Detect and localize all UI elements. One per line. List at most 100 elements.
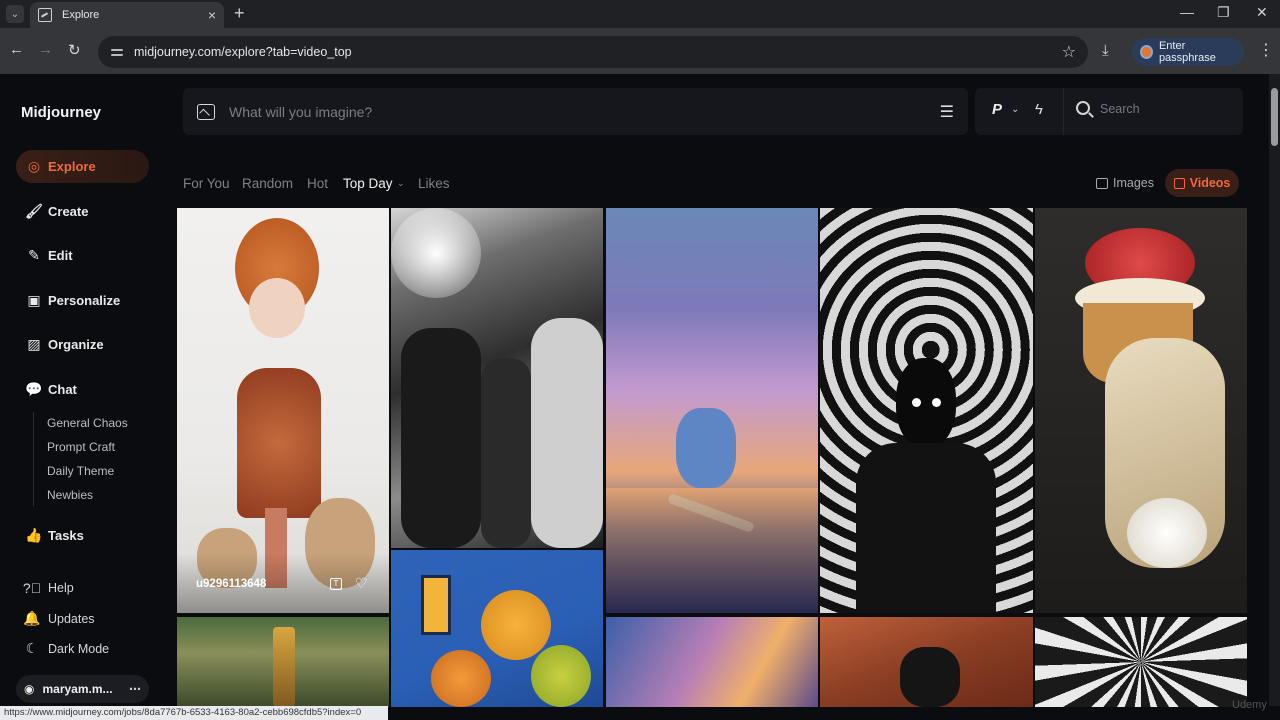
- page-scrollbar[interactable]: [1269, 74, 1280, 706]
- scrollbar-thumb[interactable]: [1271, 88, 1278, 146]
- video-grid-icon: [1173, 177, 1185, 189]
- tab-likes[interactable]: Likes: [418, 176, 450, 191]
- sidebar-item-edit[interactable]: ✎ Edit: [16, 239, 149, 272]
- gallery-tile[interactable]: [391, 208, 603, 548]
- gallery-tile[interactable]: [820, 617, 1033, 707]
- personalization-button[interactable]: P: [992, 101, 1002, 118]
- forward-arrow-icon[interactable]: →: [38, 41, 53, 58]
- images-toggle-button[interactable]: Images: [1096, 176, 1154, 190]
- image-folder-icon: ▨: [27, 336, 41, 352]
- user-name: maryam.m...: [42, 682, 113, 696]
- tab-random[interactable]: Random: [242, 176, 293, 191]
- sidebar-item-explore[interactable]: ◎ Explore: [16, 150, 149, 183]
- add-image-icon[interactable]: [197, 103, 215, 120]
- chat-room-daily-theme[interactable]: Daily Theme: [47, 464, 114, 478]
- tile-pearls: [1127, 498, 1207, 568]
- tab-top-day[interactable]: Top Day: [343, 176, 393, 191]
- compass-icon: ◎: [27, 158, 41, 174]
- sidebar-item-label: Tasks: [48, 528, 84, 543]
- tab-close-icon[interactable]: ×: [208, 7, 216, 23]
- help-label: Help: [48, 581, 74, 595]
- sidebar-item-chat[interactable]: 💬 Chat: [16, 373, 149, 406]
- chat-room-general-chaos[interactable]: General Chaos: [47, 416, 128, 430]
- sidebar-item-tasks[interactable]: 👍 Tasks: [16, 519, 149, 552]
- thumbs-up-icon: 👍: [25, 527, 43, 543]
- back-arrow-icon[interactable]: ←: [9, 41, 24, 58]
- prompt-input[interactable]: [229, 103, 940, 120]
- prompt-text-icon[interactable]: T: [330, 578, 342, 590]
- tile-coat-shape: [237, 368, 321, 518]
- tab-search-chevron-icon[interactable]: ⌄: [6, 5, 24, 23]
- dark-mode-label: Dark Mode: [48, 641, 110, 656]
- videos-label: Videos: [1189, 176, 1231, 190]
- window-close-icon[interactable]: ✕: [1256, 4, 1268, 21]
- images-label: Images: [1113, 176, 1154, 190]
- gallery-tile[interactable]: [391, 550, 603, 707]
- tile-username[interactable]: u9296113648: [196, 578, 266, 590]
- chevron-down-icon[interactable]: ⌄: [397, 178, 405, 189]
- chat-rooms-divider: [33, 412, 34, 506]
- chat-room-newbies[interactable]: Newbies: [47, 488, 93, 502]
- sidebar-item-create[interactable]: 🖌 Create: [16, 195, 149, 228]
- help-link[interactable]: ?⃝ Help: [22, 580, 74, 596]
- minimize-icon[interactable]: —: [1180, 4, 1194, 20]
- personalize-icon: ▣: [27, 292, 41, 308]
- gallery-tile[interactable]: [177, 617, 389, 707]
- gallery-tile[interactable]: u9296113648 T ♡: [177, 208, 389, 613]
- bookmark-star-icon[interactable]: ☆: [1062, 42, 1076, 62]
- chevron-down-icon[interactable]: ⌄: [1011, 104, 1019, 115]
- reload-icon[interactable]: ↻: [68, 41, 81, 59]
- browser-tab-explore[interactable]: Explore ×: [30, 2, 224, 28]
- user-account-button[interactable]: ◉ maryam.m... ⋯: [16, 675, 149, 703]
- tile-head-shape: [896, 358, 956, 448]
- url-text[interactable]: midjourney.com/explore?tab=video_top: [134, 45, 1062, 59]
- sidebar-item-label: Create: [48, 204, 89, 219]
- chat-room-prompt-craft[interactable]: Prompt Craft: [47, 440, 115, 454]
- tools-divider: [1063, 88, 1064, 135]
- tab-for-you[interactable]: For You: [183, 176, 230, 191]
- tab-title: Explore: [62, 9, 100, 21]
- tile-skater-body: [676, 408, 736, 488]
- download-icon[interactable]: ⤓: [1102, 42, 1109, 59]
- new-tab-plus-icon[interactable]: +: [234, 3, 245, 24]
- updates-link[interactable]: 🔔 Updates: [22, 610, 94, 627]
- udemy-watermark: Udemy: [1232, 699, 1267, 711]
- image-icon: [1096, 177, 1108, 189]
- link-status-bar: https://www.midjourney.com/jobs/8da7767b…: [0, 706, 388, 720]
- gallery-tile[interactable]: [1035, 208, 1247, 613]
- search-input[interactable]: [1100, 102, 1230, 116]
- dark-mode-toggle[interactable]: ☾ Dark Mode: [22, 640, 109, 657]
- gallery-tile[interactable]: [820, 208, 1033, 613]
- more-options-icon[interactable]: ⋯: [129, 682, 141, 696]
- tile-orange-puff: [431, 650, 491, 707]
- chat-icon: 💬: [25, 381, 43, 397]
- tile-figure-left: [401, 328, 481, 548]
- sidebar-item-label: Explore: [48, 159, 96, 174]
- search-icon: [1076, 101, 1090, 115]
- tile-eye-right: [932, 398, 941, 407]
- midjourney-logo[interactable]: Midjourney: [21, 104, 101, 121]
- tile-figure-right: [531, 318, 603, 548]
- tab-hot[interactable]: Hot: [307, 176, 328, 191]
- gallery-tile[interactable]: [606, 617, 818, 707]
- tile-runner-figure: [900, 647, 960, 707]
- tile-face-shape: [249, 278, 305, 338]
- gallery-tile[interactable]: [606, 208, 818, 613]
- tile-road: [606, 488, 818, 613]
- lightning-bolt-icon[interactable]: ϟ: [1035, 101, 1043, 118]
- videos-toggle-button[interactable]: Videos: [1165, 169, 1239, 197]
- address-bar[interactable]: midjourney.com/explore?tab=video_top ☆: [98, 36, 1088, 68]
- gallery-tile[interactable]: [1035, 617, 1247, 707]
- sidebar-item-organize[interactable]: ▨ Organize: [16, 328, 149, 361]
- tile-eye-left: [912, 398, 921, 407]
- tile-figure-center: [481, 358, 531, 548]
- sidebar-item-personalize[interactable]: ▣ Personalize: [16, 284, 149, 317]
- edit-icon: ✎: [28, 247, 40, 263]
- heart-icon[interactable]: ♡: [355, 575, 368, 592]
- settings-sliders-icon[interactable]: ☰: [940, 102, 954, 122]
- enter-passphrase-button[interactable]: Enter passphrase: [1132, 38, 1244, 66]
- maximize-icon[interactable]: ❐: [1217, 4, 1230, 21]
- browser-menu-icon[interactable]: ⋮: [1258, 40, 1274, 60]
- site-info-icon[interactable]: [110, 45, 124, 59]
- passphrase-label: Enter passphrase: [1158, 40, 1216, 64]
